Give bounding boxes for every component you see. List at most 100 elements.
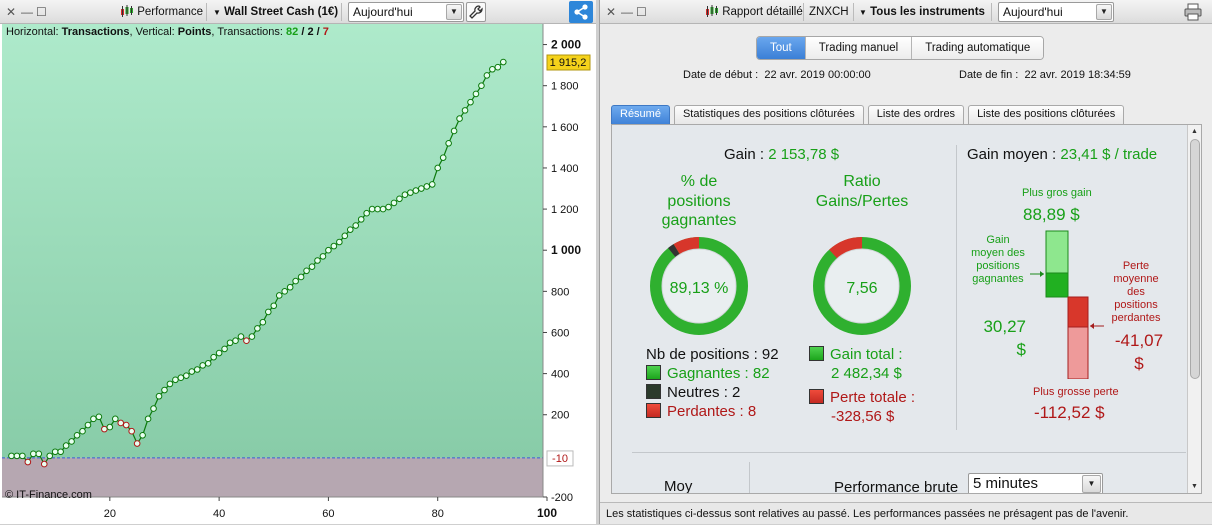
trade-point	[434, 164, 442, 172]
dropdown-arrow-icon: ▼	[859, 8, 867, 17]
scroll-down-icon[interactable]: ▼	[1188, 480, 1201, 493]
scroll-thumb[interactable]	[1190, 139, 1200, 379]
chart-header: Horizontal: Transactions, Vertical: Poin…	[6, 26, 329, 38]
tab-liste-positions[interactable]: Liste des positions clôturées	[968, 105, 1125, 124]
close-icon[interactable]: ✕	[606, 5, 616, 19]
trade-point	[161, 386, 168, 394]
divider	[749, 462, 750, 493]
trade-point	[199, 362, 207, 369]
period-select[interactable]: Aujourd'hui ▼	[348, 2, 464, 22]
green-swatch	[809, 346, 824, 361]
instruments-selector[interactable]: ▼ Tous les instruments	[859, 3, 985, 21]
instrument-selector[interactable]: ▼ Wall Street Cash (1€)	[213, 3, 338, 21]
left-toolbar: ✕ — ☐ Performance ▼ Wall Street Cash (1€…	[0, 0, 596, 24]
tab-liste-ordres[interactable]: Liste des ordres	[867, 105, 965, 124]
report-panel: ✕ — ☐ Rapport détaillé ZNXCH ▼ Tous les …	[599, 0, 1212, 524]
y-tick-label: 1 200	[551, 204, 579, 216]
perf-interval-select[interactable]: 5 minutes ▼	[968, 473, 1103, 493]
ratio-title: Ratio Gains/Pertes	[802, 172, 922, 211]
segment-tout[interactable]: Tout	[757, 37, 806, 59]
trade-point	[221, 345, 228, 353]
win-rate-title-line: gagnantes	[661, 212, 737, 229]
report-label: Rapport détaillé	[722, 6, 803, 18]
y-tick-label: 1 400	[551, 163, 579, 175]
trade-point	[215, 349, 223, 357]
gain-label: Gain :	[724, 146, 769, 163]
tab-resume[interactable]: Résumé	[611, 105, 670, 124]
wrench-button[interactable]	[466, 2, 486, 22]
perf-interval-value: 5 minutes	[973, 475, 1039, 492]
trade-point	[308, 263, 316, 270]
performance-button[interactable]: Performance	[120, 3, 203, 21]
avg-gain-unit: $	[1016, 340, 1026, 359]
segment-trading-automatique[interactable]: Trading automatique	[912, 37, 1044, 59]
separator	[206, 3, 207, 21]
trade-point	[325, 246, 332, 254]
trade-point	[106, 423, 114, 431]
legend-perdantes: Perdantes : 8	[646, 403, 756, 420]
share-button[interactable]	[569, 1, 593, 23]
win-rate-title: % de positions gagnantes	[652, 172, 746, 231]
perf-brute-label: Performance brute	[834, 479, 959, 494]
divider	[956, 145, 957, 430]
gain-total-value: 2 482,34 $	[831, 365, 902, 382]
dark-swatch	[646, 384, 661, 399]
performance-panel: ✕ — ☐ Performance ▼ Wall Street Cash (1€…	[0, 0, 596, 524]
neutres-text: Neutres : 2	[667, 384, 741, 401]
print-button[interactable]	[1183, 3, 1203, 21]
avg-gain: 30,27 $	[972, 315, 1026, 361]
trade-point	[90, 415, 97, 423]
avg-loss-unit: $	[1134, 354, 1144, 373]
trade-point	[254, 325, 261, 332]
chart-canvas: 2 000 1 800 1 600 1 400 1 200 1 000 800 600 400 2…	[2, 24, 591, 520]
report-tabs: Résumé Statistiques des positions clôtur…	[611, 105, 1128, 124]
perte-totale-label: Perte totale :	[830, 389, 916, 406]
trade-point	[499, 58, 507, 66]
performance-chart[interactable]: 2 000 1 800 1 600 1 400 1 200 1 000 800 600 400 2…	[2, 24, 594, 524]
trade-point	[428, 181, 436, 188]
scrollbar[interactable]: ▲ ▼	[1187, 125, 1201, 493]
scroll-up-icon[interactable]: ▲	[1188, 125, 1201, 138]
segment-trading-manuel[interactable]: Trading manuel	[805, 37, 913, 59]
maximize-icon[interactable]: ☐	[36, 5, 47, 19]
report-button[interactable]: Rapport détaillé	[705, 3, 803, 21]
maximize-icon[interactable]: ☐	[636, 5, 647, 19]
trade-point	[232, 337, 239, 345]
trade-point	[183, 372, 190, 379]
y-tick-label: 1 000	[551, 243, 581, 257]
trade-point	[330, 242, 338, 250]
perte-totale: Perte totale :	[809, 389, 915, 406]
trade-point	[30, 450, 37, 458]
x-tick-label: 100	[537, 506, 557, 520]
chevron-down-icon: ▼	[1082, 475, 1101, 493]
right-toolbar: ✕ — ☐ Rapport détaillé ZNXCH ▼ Tous les …	[600, 0, 1212, 24]
zero-value-label: -10	[552, 453, 568, 465]
ratio-title-line: Gains/Pertes	[815, 192, 909, 210]
period-value: Aujourd'hui	[353, 5, 413, 19]
trade-point	[374, 205, 381, 213]
chevron-down-icon: ▼	[1096, 4, 1112, 20]
win-rate-value: 89,13 %	[669, 280, 729, 297]
minimize-icon[interactable]: —	[621, 5, 633, 19]
trade-point	[286, 283, 294, 291]
caption-line: positions	[1114, 299, 1158, 311]
trade-point	[407, 189, 414, 196]
trade-point	[467, 98, 474, 106]
divider	[632, 452, 1186, 453]
symbol-button[interactable]: ZNXCH	[809, 3, 849, 21]
period-value: Aujourd'hui	[1003, 5, 1063, 19]
legend-neutres: Neutres : 2	[646, 384, 740, 401]
moy-label: Moy	[664, 478, 693, 494]
gain-moyen-label: Gain moyen :	[967, 146, 1061, 163]
caption-line: Gain	[986, 234, 1010, 246]
close-icon[interactable]: ✕	[6, 5, 16, 19]
minimize-icon[interactable]: —	[21, 5, 33, 19]
y-tick-label: 2 000	[551, 38, 581, 52]
period-select[interactable]: Aujourd'hui ▼	[998, 2, 1114, 22]
gain-moyen-value: 23,41 $ / trade	[1060, 146, 1158, 163]
trade-point	[352, 222, 360, 229]
trade-point	[439, 154, 447, 161]
tab-statistiques[interactable]: Statistiques des positions clôturées	[673, 105, 864, 124]
trade-point	[193, 366, 201, 373]
trade-point	[494, 63, 502, 71]
